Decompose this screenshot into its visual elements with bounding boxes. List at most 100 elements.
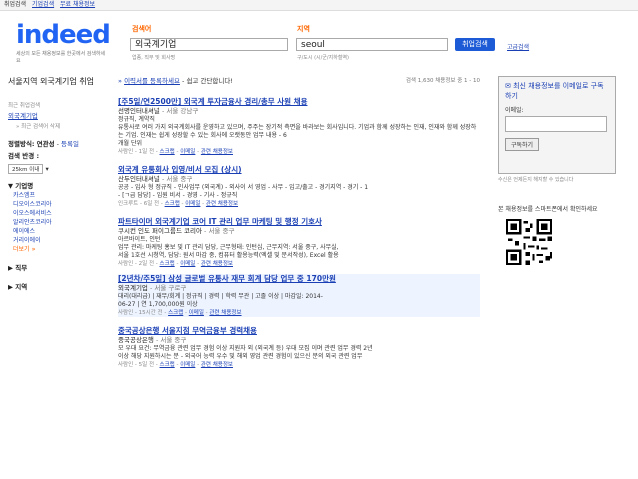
job-result: 중국공상은행 서울지점 무역금융부 경력채용 중국공상은행 - 서울 중구 모 … (118, 326, 480, 369)
recent-label: 최근 취업검색 (8, 103, 41, 109)
save-link[interactable]: 스크랩 (168, 310, 183, 316)
job-company: 외국계기업 (118, 284, 148, 292)
save-link[interactable]: 스크랩 (160, 149, 175, 155)
facet-item[interactable]: 디오이스코리아 (13, 201, 52, 208)
related-jobs-link[interactable]: 관련 채용정보 (201, 261, 233, 267)
job-title[interactable]: 파트타이머 외국계기업 코어 IT 관리 업무 마케팅 및 행정 기호사 (118, 217, 480, 227)
related-jobs-link[interactable]: 관련 채용정보 (209, 310, 241, 316)
job-desc: 이상 해당 지원하시는 분 - 외국어 능력 우수 및 해외 영업 관련 경험이… (118, 353, 363, 360)
right-rail: ✉ 최신 채용정보를 이메일로 구독하기 이메일: 구독하기 수신은 언제든지 … (498, 76, 616, 267)
job-title[interactable]: [주5일/연2500만] 외국계 투자금융사 경리/총무 사원 채용 (118, 97, 480, 107)
job-title[interactable]: 외국계 유통회사 입영/비서 모집 (상시) (118, 165, 480, 175)
sort-label: 정렬방식: (8, 140, 35, 148)
job-desc: 정규직, 계약직 (118, 116, 155, 123)
radius-select[interactable]: 25km 이내 (8, 164, 44, 174)
where-label: 지역 (297, 25, 310, 33)
facet-item[interactable]: 거리이에이 (13, 237, 41, 244)
job-title[interactable]: [2년차/주5일] 삼성 글로벌 유통사 재무 회계 담당 업무 중 170만원 (118, 274, 480, 284)
email-link[interactable]: 이메일 (180, 149, 195, 155)
email-link[interactable]: 이메일 (189, 310, 204, 316)
job-location: - 서울 구로구 (149, 284, 187, 292)
email-link[interactable]: 이메일 (185, 201, 200, 207)
top-link-free-jobs[interactable]: 무료 채용정보 (60, 1, 95, 8)
email-input[interactable] (505, 116, 607, 132)
qr-caption: 본 채용정보를 스마트폰에서 확인하세요 (498, 206, 598, 213)
job-location: - 서울 중구 (161, 175, 193, 183)
email-label: 이메일: (505, 107, 524, 114)
job-title[interactable]: 중국공상은행 서울지점 무역금융부 경력채용 (118, 326, 480, 336)
job-company: 선명인터내셔널 (118, 107, 160, 115)
radius-label: 검색 반경 : (8, 152, 40, 160)
top-title: 취업검색 (4, 1, 27, 8)
related-jobs-link[interactable]: 관련 채용정보 (206, 201, 238, 207)
job-company: 산두인터내셔널 (118, 175, 160, 183)
job-source: 사람인 - 2일 전 (118, 261, 155, 267)
facet-item[interactable]: 이오스에서비스 (13, 210, 52, 217)
job-result-highlighted: [2년차/주5일] 삼성 글로벌 유통사 재무 회계 담당 업무 중 170만원… (118, 274, 480, 317)
job-desc: 06-27 | 연 1,700,000원 이상 (118, 301, 198, 308)
job-desc: 유통사로 여러 가지 외국계회사를 운영하고 있으며, 주주는 장기적 측면을 … (118, 124, 477, 139)
more-arrow-icon: » (31, 245, 36, 253)
save-link[interactable]: 스크랩 (160, 362, 175, 368)
result-count: 검색 1,630 채용정보 중 1 - 10 (405, 78, 480, 84)
sidebar-title: 서울지역 외국계기업 취업 (8, 77, 95, 86)
facet-more-link[interactable]: 더보기 (13, 246, 30, 253)
what-input[interactable]: 외국계기업 (130, 38, 288, 51)
sidebar: 서울지역 외국계기업 취업 최근 취업검색 외국계기업 » 최근 검색어 삭제 … (8, 76, 112, 292)
job-source: 사람인 - 5일 전 (118, 362, 155, 368)
facet-item[interactable]: 알리안츠코리아 (13, 219, 52, 226)
logo-wordmark: indeed (16, 20, 111, 50)
chevron-down-icon[interactable]: ▾ (46, 165, 49, 173)
section-company[interactable]: ▼ 기업명 (8, 182, 112, 191)
mail-icon: ✉ (505, 82, 511, 90)
register-tail: - 쉽고 간단합니다! (182, 77, 233, 85)
related-jobs-link[interactable]: 관련 채용정보 (201, 149, 233, 155)
job-location: - 서울 중구 (155, 336, 187, 344)
job-company: 중국공상은행 (118, 336, 154, 344)
job-alert-box: ✉ 최신 채용정보를 이메일로 구독하기 이메일: 구독하기 (498, 76, 616, 174)
job-source: 인크루트 - 6일 전 (118, 201, 160, 207)
save-link[interactable]: 스크랩 (160, 261, 175, 267)
facet-item[interactable]: 에이에스 (13, 228, 35, 235)
recent-clear-link[interactable]: » 최근 검색어 삭제 (16, 122, 112, 130)
facet-item[interactable]: 카스엠프 (13, 192, 35, 199)
job-desc: 대리(대리급) | 재무/회계 | 정규직 | 경력 | 학력 무관 | 고졸 … (118, 293, 323, 300)
top-bar: 취업검색 기업검색 무료 채용정보 (0, 0, 638, 11)
what-label: 검색어 (132, 25, 152, 33)
job-source: 사람인 - 15시간 전 (118, 310, 163, 316)
section-job[interactable]: ▶ 직무 (8, 264, 112, 273)
logo-tagline: 세상의 모든 채용정보를 한곳에서 검색하세요 (16, 51, 106, 64)
where-input[interactable]: seoul (296, 38, 448, 51)
subscribe-button[interactable]: 구독하기 (505, 138, 540, 151)
sort-relevance: 연관성 (36, 140, 55, 148)
results-list: » 이력서를 등록하세요 - 쉽고 간단합니다! 검색 1,630 채용정보 중… (118, 76, 480, 369)
job-company: 쿠시컨 인도 퍼이그룹드 코리아 (118, 227, 202, 235)
top-link-companies[interactable]: 기업검색 (32, 1, 54, 8)
job-desc: 공공 - 입사 형 정규직 - 인사업무 (외국계) - 외사이 서 영업 - … (118, 184, 369, 191)
job-desc: - [ㄱ급 담당] - 임원 비서 - 경영 - 기사 - 정규직 (118, 192, 238, 199)
job-location: - 서울 강남구 (161, 107, 199, 115)
job-location: - 서울 중구 (204, 227, 235, 235)
indeed-logo[interactable]: indeed 세상의 모든 채용정보를 한곳에서 검색하세요 (16, 20, 111, 64)
resume-icon: » (118, 77, 122, 85)
job-desc: 서울 1호선 시청역, 담당: 원서 마감 중, 컴퓨터 활용능력(엑셀 및 문… (118, 252, 339, 259)
section-area[interactable]: ▶ 지역 (8, 283, 112, 292)
email-link[interactable]: 이메일 (180, 362, 195, 368)
job-result: [주5일/연2500만] 외국계 투자금융사 경리/총무 사원 채용 선명인터내… (118, 97, 480, 156)
job-desc: 모 우대 요건: 무역금융 관련 업무 경험 이상 지원자 외 (외국계 등) … (118, 345, 373, 352)
job-desc: 업무 관리: 마케팅 홍보 및 IT 관리 담당, 근무형태: 인턴십, 근무지… (118, 244, 339, 251)
alert-title: 최신 채용정보를 이메일로 구독하기 (505, 82, 604, 100)
save-link[interactable]: 스크랩 (165, 201, 180, 207)
job-desc: 아르바이트, 인턴 (118, 236, 161, 243)
job-desc: 개월 단위 (118, 140, 142, 147)
email-link[interactable]: 이메일 (180, 261, 195, 267)
search-button[interactable]: 취업검색 (455, 38, 495, 51)
recent-search-item[interactable]: 외국계기업 (8, 112, 38, 120)
related-jobs-link[interactable]: 관련 채용정보 (201, 362, 233, 368)
job-source: 사람인 - 1일 전 (118, 149, 155, 155)
qr-code-icon (506, 219, 552, 265)
register-resume-link[interactable]: 이력서를 등록하세요 (124, 77, 180, 85)
advanced-search-link[interactable]: 고급검색 (507, 42, 529, 51)
job-result: 외국계 유통회사 입영/비서 모집 (상시) 산두인터내셔널 - 서울 중구 공… (118, 165, 480, 208)
sort-date-link[interactable]: 등록일 (61, 140, 79, 148)
